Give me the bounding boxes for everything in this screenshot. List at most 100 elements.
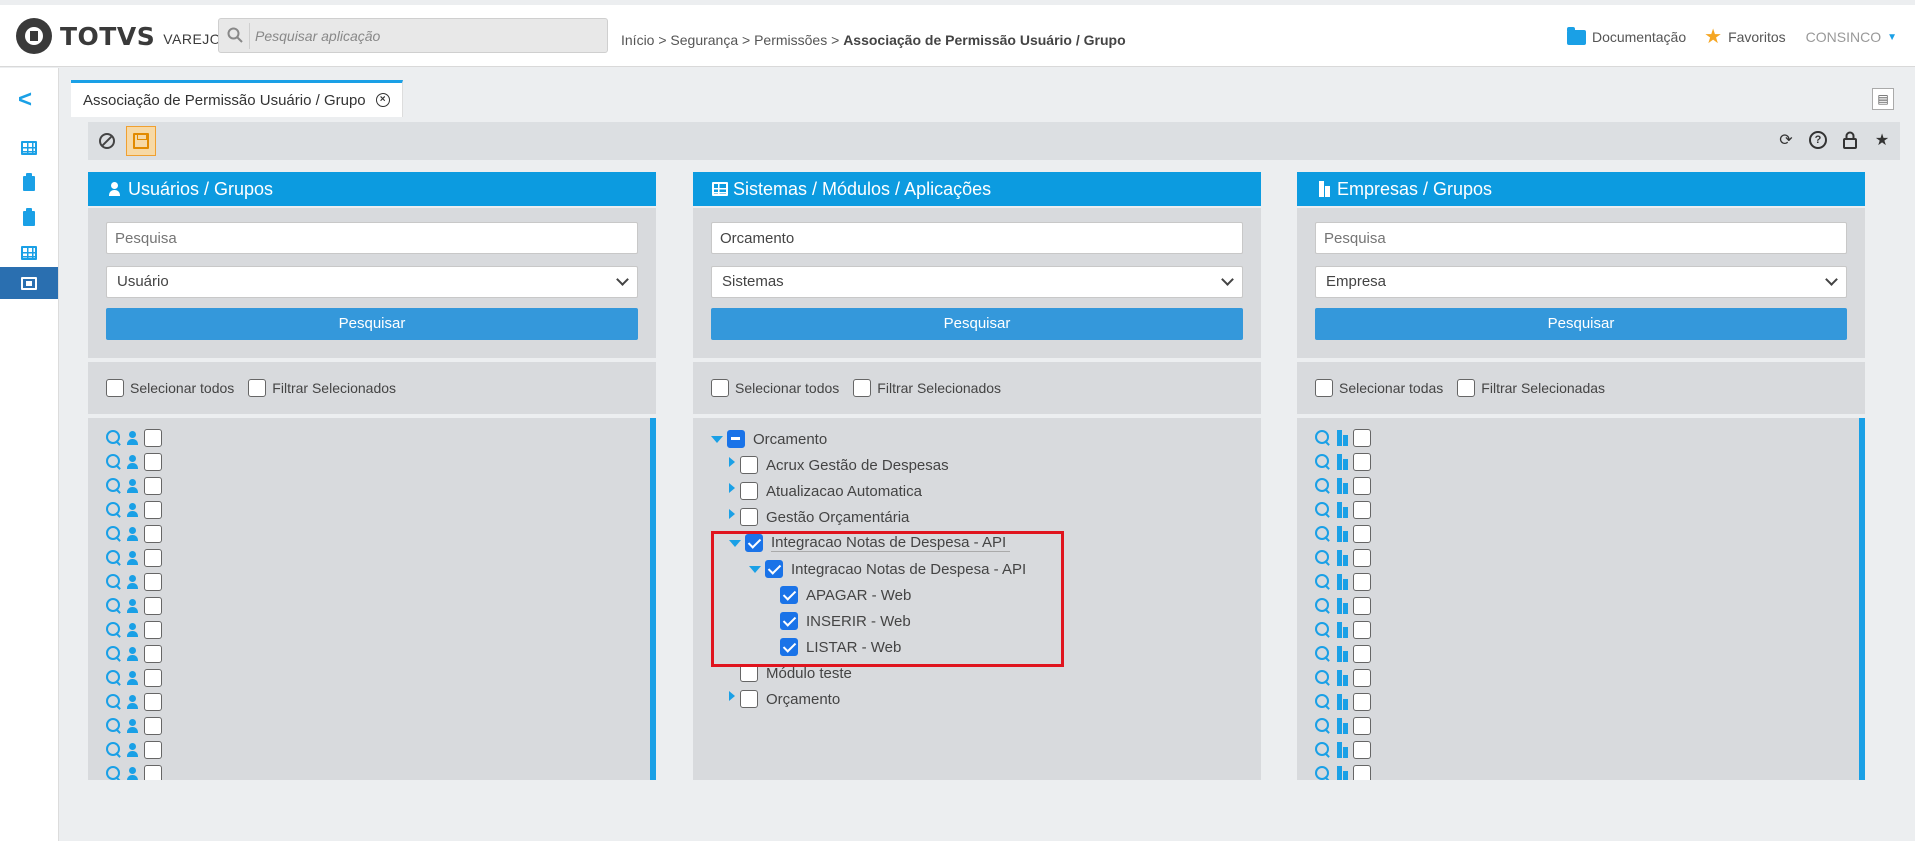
zoom-icon[interactable] (1315, 622, 1331, 638)
systems-filter-selected-checkbox[interactable] (853, 379, 872, 397)
row-checkbox[interactable] (1353, 429, 1371, 447)
list-item[interactable] (1315, 426, 1371, 450)
companies-select-all-checkbox[interactable] (1315, 379, 1333, 397)
user-menu[interactable]: CONSINCO (1806, 29, 1881, 45)
list-item[interactable] (106, 666, 162, 690)
tree-node[interactable]: Atualizacao Automatica (729, 480, 922, 502)
save-button[interactable] (126, 126, 156, 156)
row-checkbox[interactable] (1353, 525, 1371, 543)
sidebar-item-grid-1[interactable] (0, 132, 58, 164)
row-checkbox[interactable] (144, 717, 162, 735)
list-item[interactable] (106, 714, 162, 738)
help-icon[interactable]: ? (1808, 130, 1828, 150)
list-item[interactable] (106, 426, 162, 450)
sidebar-item-clipboard-2[interactable] (0, 202, 58, 234)
row-checkbox[interactable] (144, 741, 162, 759)
row-checkbox[interactable] (144, 621, 162, 639)
favorites-link[interactable]: Favoritos (1728, 29, 1786, 45)
users-type-select[interactable]: Usuário (106, 266, 638, 298)
list-item[interactable] (1315, 666, 1371, 690)
row-checkbox[interactable] (144, 597, 162, 615)
row-checkbox[interactable] (1353, 621, 1371, 639)
tree-node[interactable]: Orcamento (711, 428, 827, 450)
zoom-icon[interactable] (106, 598, 122, 614)
caret-down-icon[interactable] (711, 435, 723, 443)
list-item[interactable] (106, 474, 162, 498)
row-checkbox[interactable] (144, 525, 162, 543)
list-item[interactable] (106, 594, 162, 618)
systems-search-input[interactable] (711, 222, 1243, 254)
sidebar-item-clipboard-1[interactable] (0, 167, 58, 199)
list-item[interactable] (106, 498, 162, 522)
users-scrollbar[interactable] (650, 418, 656, 780)
list-item[interactable] (106, 762, 162, 780)
systems-type-select[interactable]: Sistemas (711, 266, 1243, 298)
row-checkbox[interactable] (1353, 765, 1371, 780)
zoom-icon[interactable] (1315, 646, 1331, 662)
row-checkbox[interactable] (144, 573, 162, 591)
list-item[interactable] (106, 450, 162, 474)
companies-type-select[interactable]: Empresa (1315, 266, 1847, 298)
tree-node-checkbox[interactable] (727, 430, 745, 448)
row-checkbox[interactable] (144, 645, 162, 663)
row-checkbox[interactable] (1353, 645, 1371, 663)
list-item[interactable] (106, 570, 162, 594)
star-favorite-icon[interactable]: ★ (1872, 130, 1892, 150)
zoom-icon[interactable] (106, 550, 122, 566)
close-icon[interactable]: × (375, 93, 390, 107)
row-checkbox[interactable] (1353, 477, 1371, 495)
zoom-icon[interactable] (1315, 718, 1331, 734)
breadcrumb-path[interactable]: Início > Segurança > Permissões > (621, 32, 843, 48)
row-checkbox[interactable] (1353, 573, 1371, 591)
tree-node-checkbox[interactable] (740, 482, 758, 500)
zoom-icon[interactable] (106, 742, 122, 758)
row-checkbox[interactable] (1353, 597, 1371, 615)
list-item[interactable] (106, 738, 162, 762)
search-input[interactable] (255, 23, 595, 49)
companies-search-button[interactable]: Pesquisar (1315, 308, 1847, 340)
cancel-button[interactable] (92, 126, 122, 156)
companies-search-input[interactable] (1315, 222, 1847, 254)
list-item[interactable] (1315, 642, 1371, 666)
row-checkbox[interactable] (1353, 501, 1371, 519)
lock-icon[interactable] (1840, 130, 1860, 150)
list-item[interactable] (106, 690, 162, 714)
zoom-icon[interactable] (1315, 454, 1331, 470)
zoom-icon[interactable] (106, 646, 122, 662)
zoom-icon[interactable] (106, 430, 122, 446)
companies-scrollbar[interactable] (1859, 418, 1865, 780)
list-item[interactable] (106, 642, 162, 666)
zoom-icon[interactable] (1315, 766, 1331, 780)
list-item[interactable] (1315, 450, 1371, 474)
list-item[interactable] (1315, 474, 1371, 498)
tree-node[interactable]: Acrux Gestão de Despesas (729, 454, 949, 476)
zoom-icon[interactable] (106, 694, 122, 710)
zoom-icon[interactable] (1315, 502, 1331, 518)
row-checkbox[interactable] (144, 477, 162, 495)
window-list-icon[interactable]: ▤ (1872, 88, 1894, 110)
users-search-button[interactable]: Pesquisar (106, 308, 638, 340)
documentation-link[interactable]: Documentação (1592, 29, 1686, 45)
list-item[interactable] (1315, 618, 1371, 642)
zoom-icon[interactable] (106, 478, 122, 494)
systems-select-all-checkbox[interactable] (711, 379, 729, 397)
zoom-icon[interactable] (1315, 550, 1331, 566)
list-item[interactable] (1315, 738, 1371, 762)
list-item[interactable] (106, 546, 162, 570)
zoom-icon[interactable] (1315, 742, 1331, 758)
row-checkbox[interactable] (144, 549, 162, 567)
zoom-icon[interactable] (106, 622, 122, 638)
refresh-icon[interactable]: ⟳ (1776, 130, 1796, 150)
zoom-icon[interactable] (1315, 430, 1331, 446)
row-checkbox[interactable] (1353, 741, 1371, 759)
row-checkbox[interactable] (1353, 549, 1371, 567)
tree-node[interactable]: Gestão Orçamentária (729, 506, 909, 528)
zoom-icon[interactable] (106, 766, 122, 780)
tree-node-checkbox[interactable] (740, 690, 758, 708)
row-checkbox[interactable] (144, 429, 162, 447)
row-checkbox[interactable] (144, 693, 162, 711)
zoom-icon[interactable] (1315, 526, 1331, 542)
users-select-all-checkbox[interactable] (106, 379, 124, 397)
totvs-logo[interactable]: TOTVS VAREJO (16, 18, 221, 54)
sidebar-item-grid-2[interactable] (0, 237, 58, 269)
